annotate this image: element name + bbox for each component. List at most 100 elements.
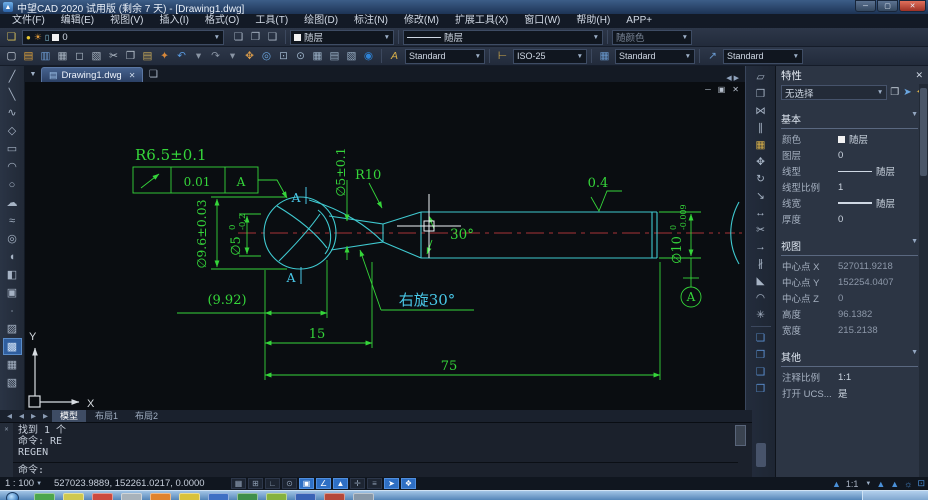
menu-view[interactable]: 视图(V)	[102, 14, 151, 28]
zoom-realtime-icon[interactable]: ◎	[258, 48, 275, 64]
menu-edit[interactable]: 编辑(E)	[53, 14, 102, 28]
fillet-icon[interactable]: ◠	[751, 290, 771, 306]
polar-toggle[interactable]: ⊙	[282, 478, 297, 489]
cut-icon[interactable]: ✂	[105, 48, 122, 64]
clean-screen-icon[interactable]: ⊡	[917, 478, 925, 489]
paste-icon[interactable]: ▤	[139, 48, 156, 64]
revision-cloud-icon[interactable]: ☁	[3, 194, 22, 211]
draw-order-above-icon[interactable]: ❑	[751, 364, 771, 380]
doc-minimize-icon[interactable]: ─	[705, 85, 711, 94]
draw-order-back-icon[interactable]: ❐	[751, 347, 771, 363]
command-close-icon[interactable]: ✕	[4, 425, 8, 433]
viewport-scale[interactable]: 1 : 100	[5, 478, 34, 489]
scale-icon[interactable]: ↘	[751, 188, 771, 204]
document-tab-drawing1[interactable]: ▤ Drawing1.dwg ✕	[41, 67, 143, 82]
chevron-down-icon[interactable]: ▼	[381, 34, 390, 41]
chevron-down-icon[interactable]: ▼	[865, 481, 871, 487]
properties-icon[interactable]: ▧	[343, 48, 360, 64]
explode-icon[interactable]: ✳	[751, 307, 771, 323]
annotation-visibility-icon[interactable]: ▲	[876, 479, 885, 489]
prop-row-thickness[interactable]: 厚度 0	[776, 211, 918, 227]
menu-format[interactable]: 格式(O)	[197, 14, 247, 28]
undo-list-icon[interactable]: ▾	[190, 48, 207, 64]
prop-row-ucs-on[interactable]: 打开 UCS... 是	[776, 385, 918, 401]
draw-order-front-icon[interactable]: ❏	[751, 330, 771, 346]
taskbar-app-icon[interactable]	[353, 493, 374, 500]
polyline-icon[interactable]: ∿	[3, 104, 22, 121]
arc-icon[interactable]: ◠	[3, 158, 22, 175]
drawing-canvas[interactable]: R6.5±0.1 0.01 A ∅9.6±0.03 ∅5 0 -0.2 ∅5±0…	[25, 82, 745, 410]
mleader-style-combo[interactable]: Standard ▼	[723, 49, 803, 64]
stretch-icon[interactable]: ↔	[751, 205, 771, 221]
tab-last-icon[interactable]: ▶	[40, 412, 51, 420]
tab-close-icon[interactable]: ✕	[129, 71, 136, 80]
region-icon[interactable]: ▧	[3, 374, 22, 391]
linetype-combo[interactable]: 随层 ▼	[403, 30, 603, 45]
prop-row-width[interactable]: 宽度 215.2138	[776, 322, 918, 338]
grid-toggle[interactable]: ▦	[231, 478, 246, 489]
zoom-window-icon[interactable]: ⊡	[275, 48, 292, 64]
command-window[interactable]: ✕ 找到 1 个 命令: RE REGEN 命令:	[0, 422, 752, 477]
pan-icon[interactable]: ✥	[241, 48, 258, 64]
table-style-combo[interactable]: Standard ▼	[615, 49, 695, 64]
copy-icon[interactable]: ❐	[751, 86, 771, 102]
snap-toggle[interactable]: ⊞	[248, 478, 263, 489]
taskbar-app-icon[interactable]	[208, 493, 229, 500]
line-icon[interactable]: ╱	[3, 68, 22, 85]
tab-layout1[interactable]: 布局1	[87, 410, 126, 422]
erase-icon[interactable]: ▱	[751, 69, 771, 85]
chevron-down-icon[interactable]: ▼	[911, 238, 918, 253]
maximize-button[interactable]: ▢	[877, 0, 898, 12]
select-objects-icon[interactable]: ➤	[903, 87, 911, 98]
prop-row-color[interactable]: 颜色 随层	[776, 131, 918, 147]
prop-row-layer[interactable]: 图层 0	[776, 147, 918, 163]
publish-icon[interactable]: ▧	[88, 48, 105, 64]
chevron-down-icon[interactable]: ▼	[877, 89, 883, 96]
dimension-lines[interactable]	[133, 167, 701, 380]
array-icon[interactable]: ▦	[751, 137, 771, 153]
doc-restore-icon[interactable]: ▣	[718, 85, 726, 94]
prop-row-center-x[interactable]: 中心点 X 527011.9218	[776, 258, 918, 274]
taskbar-clock-area[interactable]	[862, 491, 928, 500]
save-icon[interactable]: ▥	[37, 48, 54, 64]
tab-model[interactable]: 模型	[52, 410, 86, 422]
menu-dimension[interactable]: 标注(N)	[346, 14, 396, 28]
chevron-down-icon[interactable]: ▼	[574, 53, 583, 60]
properties-scrollbar[interactable]	[919, 84, 928, 477]
dyn-toggle[interactable]: ✛	[350, 478, 365, 489]
annotation-scale-value[interactable]: 1:1	[846, 479, 859, 489]
layer-states-icon[interactable]: ❐	[247, 29, 264, 45]
polygon-icon[interactable]: ◇	[3, 122, 22, 139]
color-combo[interactable]: 随层 ▼	[290, 30, 394, 45]
chevron-down-icon[interactable]: ▼	[472, 53, 481, 60]
prop-row-center-y[interactable]: 中心点 Y 152254.0407	[776, 274, 918, 290]
close-button[interactable]: ✕	[899, 0, 926, 12]
ellipse-icon[interactable]: ◎	[3, 230, 22, 247]
offset-icon[interactable]: ∥	[751, 120, 771, 136]
match-properties-icon[interactable]: ✦	[156, 48, 173, 64]
spline-icon[interactable]: ≈	[3, 212, 22, 229]
break-icon[interactable]: ∦	[751, 256, 771, 272]
prop-row-height[interactable]: 高度 96.1382	[776, 306, 918, 322]
tab-next-icon[interactable]: ▶	[28, 412, 39, 420]
lineweight-combo[interactable]: 随颜色 ▼	[612, 30, 692, 45]
menu-app-plus[interactable]: APP+	[618, 14, 660, 28]
toolbar-scroll-handle[interactable]	[756, 443, 766, 467]
insert-block-icon[interactable]: ◧	[3, 266, 22, 283]
new-drawing-tab-icon[interactable]: ❏	[143, 67, 163, 82]
taskbar-app-icon[interactable]	[150, 493, 171, 500]
chevron-down-icon[interactable]: ▼	[911, 111, 918, 126]
cycle-select-toggle[interactable]: ❖	[401, 478, 416, 489]
draw-order-below-icon[interactable]: ❒	[751, 381, 771, 397]
taskbar-app-icon[interactable]	[179, 493, 200, 500]
selection-filter-combo[interactable]: 无选择 ▼	[781, 85, 887, 100]
minimize-button[interactable]: ─	[855, 0, 876, 12]
menu-help[interactable]: 帮助(H)	[568, 14, 618, 28]
rectangle-icon[interactable]: ▭	[3, 140, 22, 157]
zoom-previous-icon[interactable]: ⊙	[292, 48, 309, 64]
layer-combo[interactable]: ● ☀ ▯ 0 ▼	[22, 30, 224, 45]
hatch-icon[interactable]: ▨	[3, 320, 22, 337]
prop-row-center-z[interactable]: 中心点 Z 0	[776, 290, 918, 306]
chevron-down-icon[interactable]: ▼	[682, 53, 691, 60]
prop-row-linetype[interactable]: 线型 随层	[776, 163, 918, 179]
